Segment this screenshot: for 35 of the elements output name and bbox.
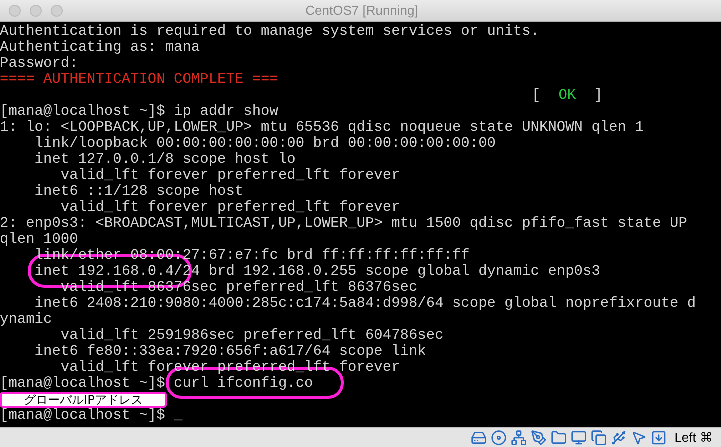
terminal-line: 1: lo: <LOOPBACK,UP,LOWER_UP> mtu 65536 qdisc noqueue state UNKNOWN qlen 1 <box>0 120 644 136</box>
terminal-line: Authenticating as: mana <box>0 40 200 56</box>
network-icon[interactable] <box>510 430 527 446</box>
status-ok: OK <box>558 88 576 104</box>
terminal-line: 2: enp0s3: <BROADCAST,MULTICAST,UP,LOWER_UP> mtu 1500 qdisc pfifo_fast state UP <box>0 216 688 232</box>
status-bracket: [ <box>532 88 541 104</box>
terminal-line: valid_lft 2591986sec preferred_lft 604786sec <box>60 328 444 344</box>
annotation-label: グローバルIPアドレス <box>0 392 167 408</box>
usb-icon[interactable] <box>610 430 627 446</box>
hard-drive-icon[interactable] <box>470 430 487 446</box>
terminal-line: [mana@localhost ~]$ ip addr show <box>0 104 278 120</box>
host-key-label: Left ⌘ <box>674 428 713 447</box>
copy-icon[interactable] <box>590 430 607 446</box>
terminal-line: inet6 fe80::33ea:7920:656f:a617/64 scope link <box>34 344 426 360</box>
terminal-line: valid_lft forever preferred_lft forever <box>60 200 400 216</box>
terminal-line: valid_lft forever preferred_lft forever <box>60 168 400 184</box>
terminal-line: ynamic <box>0 312 52 328</box>
monitor-icon[interactable] <box>570 430 587 446</box>
terminal-line: qlen 1000 <box>0 232 78 248</box>
terminal-line: [mana@localhost ~]$ curl ifconfig.co <box>0 376 314 392</box>
window-title: CentOS7 [Running] <box>306 2 418 20</box>
disc-icon[interactable] <box>490 430 507 446</box>
terminal-line: inet6 ::1/128 scope host <box>34 184 244 200</box>
terminal-line: inet 127.0.0.1/8 scope host lo <box>34 152 296 168</box>
terminal-line: link/loopback 00:00:00:00:00:00 brd 00:00:00:00:00:00 <box>34 136 496 152</box>
arrow-down-icon[interactable] <box>650 430 667 446</box>
terminal-line: inet6 2408:210:9080:4000:285c:c174:5a84:d998/64 scope global noprefixroute d <box>34 296 696 312</box>
status-bracket: ] <box>594 88 603 104</box>
folder-icon[interactable] <box>550 430 567 446</box>
terminal-line: Password: <box>0 56 78 72</box>
mouse-pointer-icon[interactable] <box>630 430 647 446</box>
pen-icon[interactable] <box>530 430 547 446</box>
terminal-line: Authentication is required to manage system services or units. <box>0 24 540 40</box>
terminal-line: [mana@localhost ~]$ _ <box>0 408 183 424</box>
terminal-line: ==== AUTHENTICATION COMPLETE === <box>0 72 278 88</box>
